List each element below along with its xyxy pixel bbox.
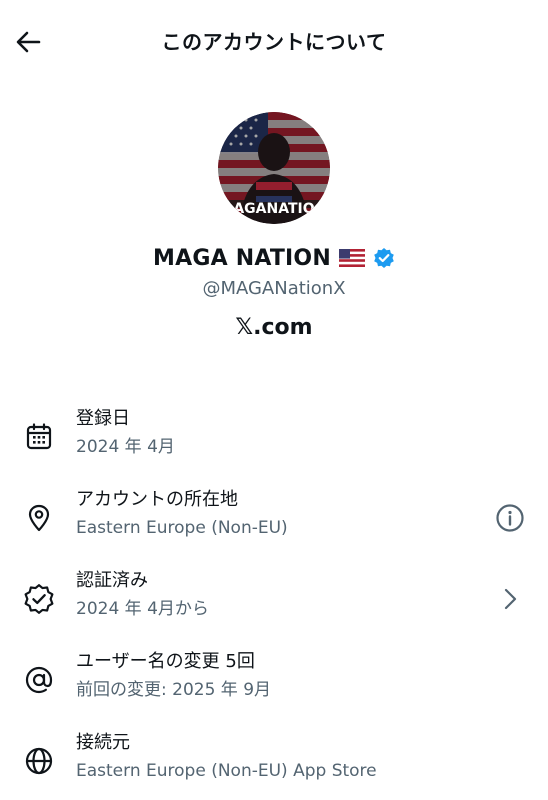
list-item-joined: 登録日 2024 年 4月 [0,396,548,477]
handle: @MAGANationX [202,278,346,299]
site-link[interactable]: 𝕏.com [0,315,548,340]
row-title: 認証済み [76,570,148,591]
account-info-list: 登録日 2024 年 4月 アカウントの所在地 Eastern Europe (… [0,396,548,800]
list-item-username-changes: ユーザー名の変更 5回 前回の変更: 2025 年 9月 [0,639,548,720]
verified-badge-icon[interactable] [373,247,395,269]
row-title: ユーザー名の変更 5回 [76,651,255,672]
avatar[interactable]: AGANATIO [218,112,330,224]
row-title: 接続元 [76,732,130,753]
row-subtitle: 2024 年 4月から [76,599,209,619]
display-name: MAGA NATION [153,245,331,271]
info-button[interactable] [494,502,526,534]
row-subtitle: Eastern Europe (Non-EU) App Store [76,761,377,781]
verified-detail-button[interactable] [494,583,526,615]
row-title: 登録日 [76,408,130,429]
globe-icon [22,744,56,778]
name-row: MAGA NATION [0,242,548,274]
location-pin-icon [22,501,56,535]
about-account-screen: このアカウントについて AGANATIO MAGA NATION @MAGANa… [0,0,548,800]
calendar-icon [22,420,56,454]
list-item-connected-via: 接続元 Eastern Europe (Non-EU) App Store [0,720,548,800]
header: このアカウントについて [0,0,548,84]
list-item-location: アカウントの所在地 Eastern Europe (Non-EU) [0,477,548,558]
row-subtitle: 2024 年 4月 [76,437,175,457]
page-title: このアカウントについて [161,30,387,54]
verified-outline-icon [22,582,56,616]
profile-section: AGANATIO MAGA NATION @MAGANationX 𝕏.com [0,112,548,340]
list-item-verified[interactable]: 認証済み 2024 年 4月から [0,558,548,639]
row-subtitle: 前回の変更: 2025 年 9月 [76,680,272,700]
row-subtitle: Eastern Europe (Non-EU) [76,518,288,538]
us-flag-icon [338,249,365,267]
info-icon [496,503,524,532]
row-title: アカウントの所在地 [76,489,238,510]
chevron-right-icon [504,588,517,609]
at-sign-icon [22,663,56,697]
svg-text:AGANATIO: AGANATIO [233,201,314,217]
